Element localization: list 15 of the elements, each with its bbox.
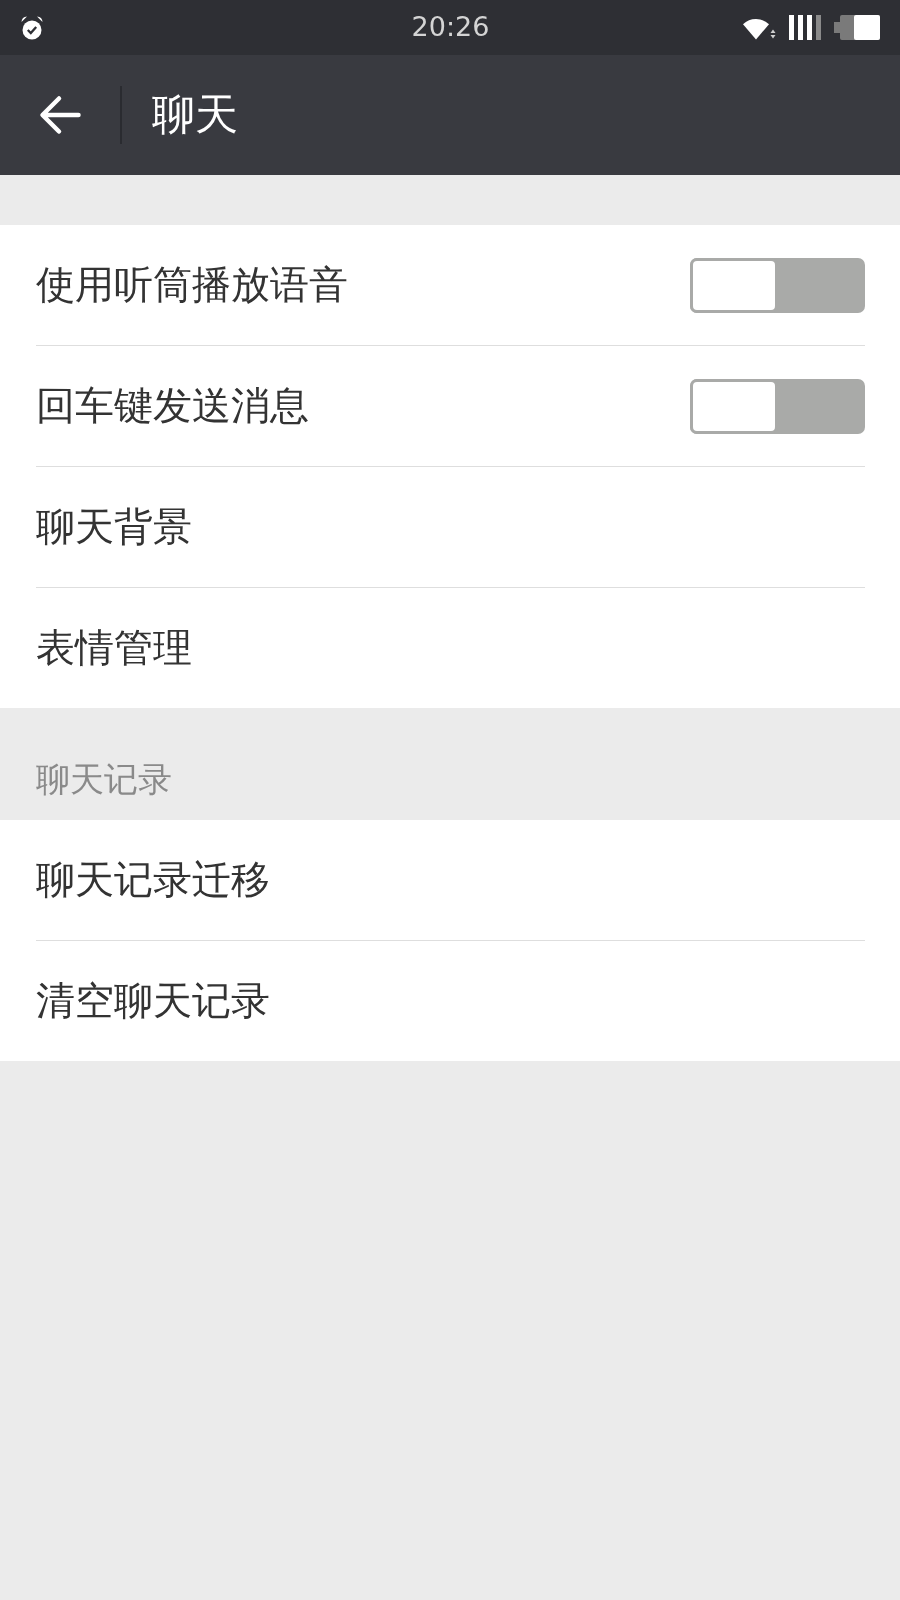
toggle-switch[interactable] <box>690 257 865 313</box>
battery-icon <box>834 15 880 40</box>
setting-label: 使用听筒播放语音 <box>36 261 349 309</box>
screen-title: 聊天 <box>152 89 238 141</box>
settings-item[interactable]: 清空聊天记录 <box>0 941 900 1061</box>
section-heading: 聊天记录 <box>36 759 172 800</box>
signal-bars-icon <box>789 15 821 40</box>
alarm-clock-icon <box>21 15 43 40</box>
settings-item[interactable]: 表情管理 <box>0 588 900 708</box>
back-arrow-icon <box>39 95 81 135</box>
settings-item[interactable]: 聊天记录迁移 <box>0 820 900 940</box>
settings-item[interactable]: 聊天背景 <box>0 467 900 587</box>
setting-label: 回车键发送消息 <box>36 382 310 430</box>
toggle-switch[interactable] <box>690 378 865 434</box>
clock-time: 20:26 <box>411 11 490 44</box>
